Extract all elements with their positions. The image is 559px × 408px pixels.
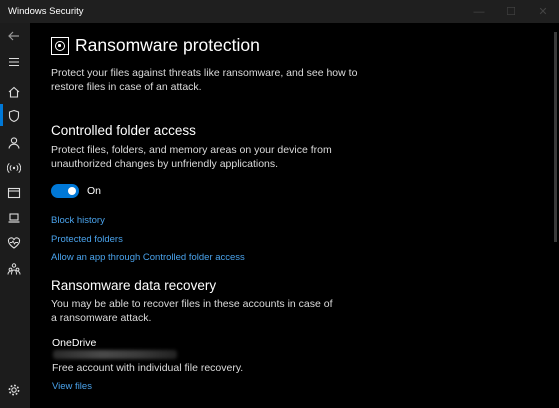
sidebar xyxy=(0,23,30,408)
shield-icon[interactable] xyxy=(6,108,22,124)
allow-app-link[interactable]: Allow an app through Controlled folder a… xyxy=(51,252,245,263)
page-description: Protect your files against threats like … xyxy=(51,67,358,93)
family-icon[interactable] xyxy=(6,261,22,277)
page-header: Ransomware protection xyxy=(51,35,260,56)
window-controls: — ☐ ✕ xyxy=(463,0,559,23)
view-files-link[interactable]: View files xyxy=(52,381,92,392)
home-icon[interactable] xyxy=(6,84,22,100)
account-note: Free account with individual file recove… xyxy=(52,362,244,374)
person-icon[interactable] xyxy=(6,135,22,151)
recovery-heading: Ransomware data recovery xyxy=(51,278,217,293)
app-browser-icon[interactable] xyxy=(6,185,22,201)
minimize-button[interactable]: — xyxy=(463,0,495,23)
controlled-folder-toggle[interactable]: On xyxy=(51,184,101,198)
page-title: Ransomware protection xyxy=(75,35,260,55)
redacted-account xyxy=(53,350,177,359)
settings-gear-icon[interactable] xyxy=(6,382,22,398)
toggle-switch[interactable] xyxy=(51,184,79,198)
scrollbar[interactable] xyxy=(554,32,557,242)
window-title: Windows Security xyxy=(8,6,84,17)
maximize-button[interactable]: ☐ xyxy=(495,0,527,23)
wireless-network-icon[interactable] xyxy=(6,160,22,176)
block-history-link[interactable]: Block history xyxy=(51,215,105,226)
toggle-state-label: On xyxy=(87,185,102,197)
protected-folders-link[interactable]: Protected folders xyxy=(51,234,123,245)
hamburger-menu-icon[interactable] xyxy=(6,54,22,70)
recovery-description: You may be able to recover files in thes… xyxy=(51,298,333,324)
onedrive-label: OneDrive xyxy=(52,337,97,349)
close-button[interactable]: ✕ xyxy=(527,0,559,23)
controlled-folder-heading: Controlled folder access xyxy=(51,123,196,138)
active-indicator xyxy=(0,104,3,126)
laptop-icon[interactable] xyxy=(6,210,22,226)
controlled-folder-description: Protect files, folders, and memory areas… xyxy=(51,144,332,170)
back-arrow-icon[interactable] xyxy=(6,28,22,44)
ransomware-protection-icon xyxy=(51,36,69,55)
heart-health-icon[interactable] xyxy=(6,235,22,251)
title-bar: Windows Security — ☐ ✕ xyxy=(0,0,559,23)
